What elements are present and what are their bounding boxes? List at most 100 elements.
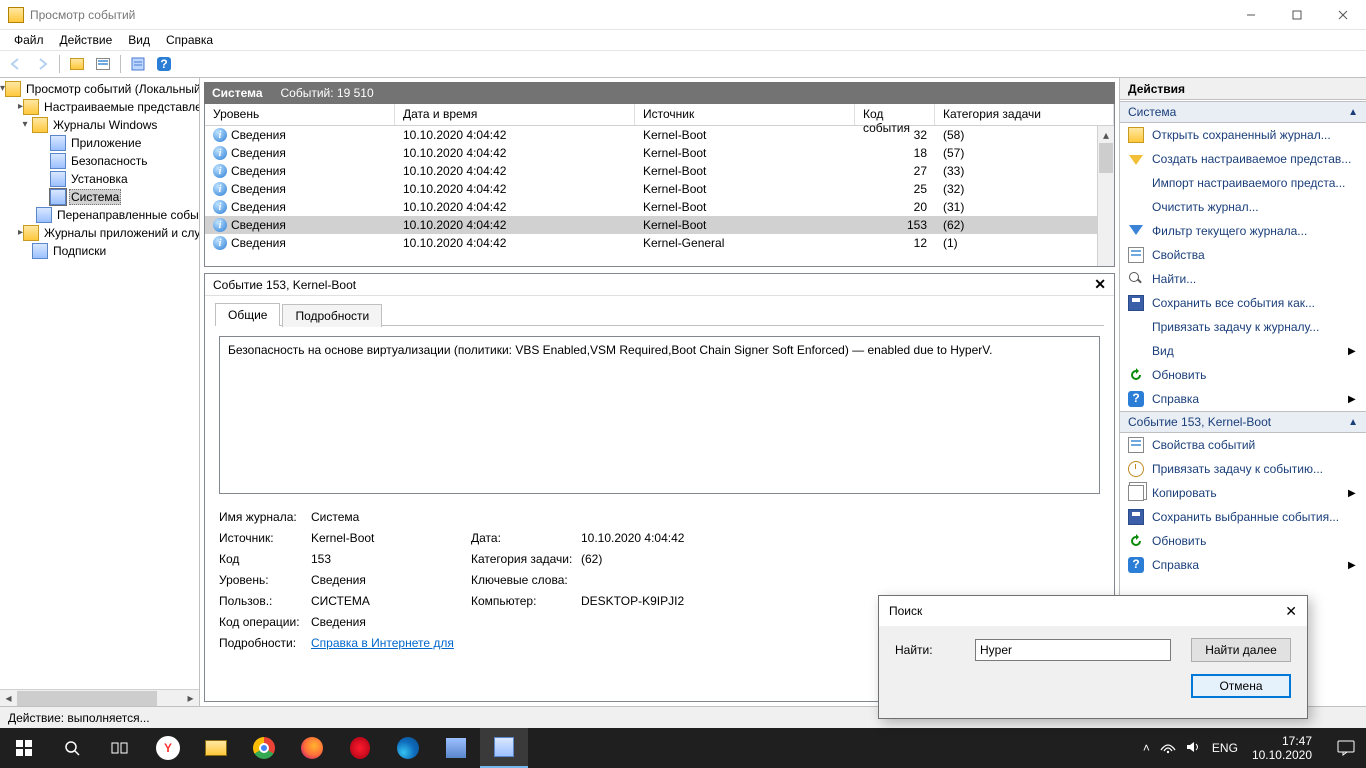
tray-language[interactable]: ENG — [1212, 741, 1238, 755]
nav-back-button[interactable] — [4, 53, 28, 75]
online-help-link[interactable]: Справка в Интернете для — [311, 636, 454, 650]
menu-action[interactable]: Действие — [52, 31, 121, 49]
action-item[interactable]: Обновить — [1120, 363, 1366, 387]
search-button[interactable] — [48, 728, 96, 768]
scroll-up-icon[interactable]: ▴ — [1098, 126, 1114, 143]
action-item[interactable]: Привязать задачу к событию... — [1120, 457, 1366, 481]
taskbar-app-chrome[interactable] — [240, 728, 288, 768]
action-item[interactable]: Вид▶ — [1120, 339, 1366, 363]
scroll-track[interactable] — [17, 690, 182, 707]
tree-item-system[interactable]: Система — [36, 188, 199, 206]
action-item[interactable]: Импорт настраиваемого предста... — [1120, 171, 1366, 195]
event-id: 20 — [855, 200, 935, 214]
column-level[interactable]: Уровень — [205, 104, 395, 125]
tray-clock[interactable]: 17:47 10.10.2020 — [1248, 734, 1316, 762]
action-item[interactable]: Создать настраиваемое представ... — [1120, 147, 1366, 171]
event-description[interactable]: Безопасность на основе виртуализации (по… — [219, 336, 1100, 494]
tree-item-setup[interactable]: Установка — [36, 170, 199, 188]
taskbar-app-edge[interactable] — [384, 728, 432, 768]
menu-help[interactable]: Справка — [158, 31, 221, 49]
action-item[interactable]: Привязать задачу к журналу... — [1120, 315, 1366, 339]
actions-section-event[interactable]: Событие 153, Kernel-Boot ▲ — [1120, 411, 1366, 433]
tree-item-forwarded[interactable]: Перенаправленные события — [36, 206, 199, 224]
menu-view[interactable]: Вид — [120, 31, 158, 49]
tray-chevron-icon[interactable]: ˄ — [1143, 741, 1150, 755]
action-item[interactable]: Сохранить выбранные события... — [1120, 505, 1366, 529]
detail-close-button[interactable]: ✕ — [1094, 276, 1106, 293]
toolbar-button-4[interactable]: ? — [152, 53, 176, 75]
scroll-thumb[interactable] — [17, 691, 157, 706]
action-item[interactable]: Найти... — [1120, 267, 1366, 291]
event-list-rows[interactable]: Сведения10.10.2020 4:04:42Kernel-Boot32(… — [205, 126, 1114, 266]
tree-item-subscriptions[interactable]: Подписки — [18, 242, 199, 260]
close-button[interactable] — [1320, 0, 1366, 30]
maximize-button[interactable] — [1274, 0, 1320, 30]
minimize-button[interactable] — [1228, 0, 1274, 30]
tree-collapse-icon[interactable]: ▾ — [18, 120, 32, 130]
log-icon — [36, 207, 52, 223]
info-icon — [213, 218, 227, 232]
event-row[interactable]: Сведения10.10.2020 4:04:42Kernel-Boot27(… — [205, 162, 1114, 180]
toolbar-button-2[interactable] — [91, 53, 115, 75]
event-row[interactable]: Сведения10.10.2020 4:04:42Kernel-Boot32(… — [205, 126, 1114, 144]
tree-item-app-services-logs[interactable]: ▸ Журналы приложений и служб — [18, 224, 199, 242]
find-input[interactable] — [975, 639, 1171, 661]
scroll-right-icon[interactable]: ▸ — [182, 690, 199, 707]
find-dialog-close-button[interactable]: ✕ — [1285, 603, 1297, 620]
tree-item-security[interactable]: Безопасность — [36, 152, 199, 170]
column-source[interactable]: Источник — [635, 104, 855, 125]
taskbar-app-yandex[interactable]: Y — [144, 728, 192, 768]
column-event-id[interactable]: Код события — [855, 104, 935, 125]
event-row[interactable]: Сведения10.10.2020 4:04:42Kernel-Boot20(… — [205, 198, 1114, 216]
action-item[interactable]: Открыть сохраненный журнал... — [1120, 123, 1366, 147]
tree-item-windows-logs[interactable]: ▾ Журналы Windows — [18, 116, 199, 134]
action-item[interactable]: Свойства — [1120, 243, 1366, 267]
taskbar-app-firefox[interactable] — [288, 728, 336, 768]
scroll-left-icon[interactable]: ◂ — [0, 690, 17, 707]
scroll-thumb[interactable] — [1099, 143, 1113, 173]
tray-volume-icon[interactable] — [1186, 740, 1202, 757]
menu-file[interactable]: Файл — [6, 31, 52, 49]
column-date[interactable]: Дата и время — [395, 104, 635, 125]
action-item[interactable]: Фильтр текущего журнала... — [1120, 219, 1366, 243]
navigation-tree[interactable]: ▾ Просмотр событий (Локальный) ▸ Настраи… — [0, 78, 199, 260]
column-category[interactable]: Категория задачи — [935, 104, 1114, 125]
tree-horizontal-scrollbar[interactable]: ◂ ▸ — [0, 689, 199, 706]
tray-network-icon[interactable] — [1160, 740, 1176, 757]
event-row[interactable]: Сведения10.10.2020 4:04:42Kernel-Boot153… — [205, 216, 1114, 234]
tree-root[interactable]: ▾ Просмотр событий (Локальный) — [0, 80, 199, 98]
taskbar-app-explorer[interactable] — [192, 728, 240, 768]
tab-general[interactable]: Общие — [215, 303, 280, 326]
toolbar-button-1[interactable] — [65, 53, 89, 75]
taskbar-app-opera[interactable] — [336, 728, 384, 768]
event-list-header[interactable]: Уровень Дата и время Источник Код событи… — [205, 104, 1114, 126]
event-row[interactable]: Сведения10.10.2020 4:04:42Kernel-Boot25(… — [205, 180, 1114, 198]
start-button[interactable] — [0, 728, 48, 768]
action-item[interactable]: Очистить журнал... — [1120, 195, 1366, 219]
find-next-button[interactable]: Найти далее — [1191, 638, 1291, 662]
taskbar-app-eventviewer[interactable] — [480, 728, 528, 768]
list-header-bar: Система Событий: 19 510 — [204, 82, 1115, 104]
event-row[interactable]: Сведения10.10.2020 4:04:42Kernel-General… — [205, 234, 1114, 252]
taskbar-app-generic[interactable] — [432, 728, 480, 768]
action-item[interactable]: Свойства событий — [1120, 433, 1366, 457]
action-item[interactable]: Копировать▶ — [1120, 481, 1366, 505]
action-item[interactable]: Обновить — [1120, 529, 1366, 553]
list-vertical-scrollbar[interactable]: ▴ — [1097, 126, 1114, 266]
nav-forward-button[interactable] — [30, 53, 54, 75]
action-item[interactable]: ?Справка▶ — [1120, 387, 1366, 411]
notifications-button[interactable] — [1326, 728, 1366, 768]
event-level: Сведения — [231, 128, 286, 142]
tab-details[interactable]: Подробности — [282, 304, 382, 327]
event-row[interactable]: Сведения10.10.2020 4:04:42Kernel-Boot18(… — [205, 144, 1114, 162]
cancel-button[interactable]: Отмена — [1191, 674, 1291, 698]
tree-item-custom-views[interactable]: ▸ Настраиваемые представления — [18, 98, 199, 116]
tree-item-application[interactable]: Приложение — [36, 134, 199, 152]
task-view-button[interactable] — [96, 728, 144, 768]
toolbar-button-3[interactable] — [126, 53, 150, 75]
action-item[interactable]: ?Справка▶ — [1120, 553, 1366, 577]
event-level: Сведения — [231, 218, 286, 232]
actions-section-system[interactable]: Система ▲ — [1120, 101, 1366, 123]
info-icon — [213, 146, 227, 160]
action-item[interactable]: Сохранить все события как... — [1120, 291, 1366, 315]
